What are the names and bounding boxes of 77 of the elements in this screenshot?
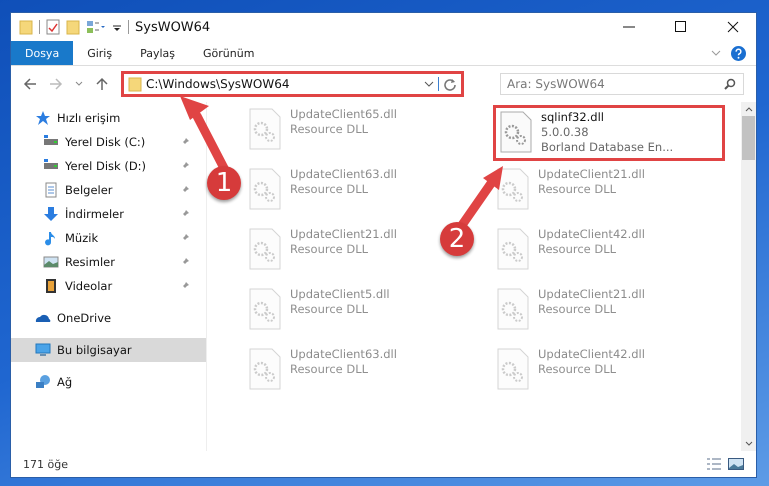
- file-name: UpdateClient65.dll: [290, 107, 397, 122]
- sidebar-item[interactable]: OneDrive: [11, 306, 172, 330]
- file-detail: Resource DLL: [290, 302, 370, 317]
- sidebar-item[interactable]: Belgeler: [11, 178, 192, 202]
- film-icon: [43, 278, 59, 294]
- scrollbar[interactable]: [741, 102, 756, 451]
- file-detail: Resource DLL: [290, 362, 370, 377]
- sidebar-item[interactable]: Hızlı erişim: [11, 106, 172, 130]
- sidebar-item[interactable]: Bu bilgisayar: [11, 338, 206, 362]
- file-detail: Resource DLL: [290, 122, 370, 137]
- sidebar-item[interactable]: İndirmeler: [11, 202, 192, 226]
- file-name: UpdateClient42.dll: [538, 347, 645, 362]
- gear-file-icon: [496, 347, 530, 391]
- folder-icon: [128, 76, 142, 92]
- help-icon[interactable]: [731, 46, 746, 60]
- file-name: UpdateClient21.dll: [538, 287, 645, 302]
- file-item[interactable]: sqlinf32.dll 5.0.0.38 Borland Database En...: [493, 105, 725, 161]
- file-name: UpdateClient21.dll: [538, 167, 645, 182]
- file-name: UpdateClient42.dll: [538, 227, 645, 242]
- file-detail: Borland Database En...: [541, 140, 674, 155]
- gear-file-icon: [499, 110, 533, 154]
- gear-file-icon: [248, 227, 282, 271]
- star-icon: [35, 110, 51, 126]
- file-detail: Resource DLL: [290, 182, 370, 197]
- refresh-icon[interactable]: [438, 77, 457, 91]
- gear-file-icon: [248, 167, 282, 211]
- file-detail: Resource DLL: [538, 302, 618, 317]
- gear-file-icon: [496, 167, 530, 211]
- sidebar-item[interactable]: Yerel Disk (D:): [11, 154, 192, 178]
- chevron-icon[interactable]: [75, 81, 83, 87]
- file-detail: Resource DLL: [538, 182, 618, 197]
- window-title: SysWOW64: [135, 20, 210, 34]
- close-icon[interactable]: [725, 19, 741, 35]
- search-icon: [724, 78, 736, 90]
- scroll-down-icon[interactable]: [744, 441, 752, 447]
- gear-file-icon: [248, 347, 282, 391]
- ribbon-tab[interactable]: Görünüm: [189, 41, 268, 65]
- monitor-icon: [35, 342, 51, 358]
- sidebar-item[interactable]: Resimler: [11, 250, 192, 274]
- item-count: 171 öğe: [23, 458, 68, 470]
- file-detail: 5.0.0.38: [541, 125, 590, 140]
- gear-file-icon: [248, 287, 282, 331]
- up-icon[interactable]: [95, 77, 109, 91]
- file-detail: Resource DLL: [538, 242, 618, 257]
- ribbon-tab[interactable]: Paylaş: [126, 41, 189, 65]
- download-icon: [43, 206, 59, 222]
- file-name: UpdateClient63.dll: [290, 167, 397, 182]
- properties-icon[interactable]: [86, 19, 106, 35]
- document-icon: [43, 182, 59, 198]
- checklist-icon[interactable]: [46, 19, 60, 35]
- sidebar-item[interactable]: Ağ: [11, 370, 172, 394]
- details-view-icon[interactable]: [706, 458, 722, 470]
- gear-file-icon: [496, 287, 530, 331]
- network-icon: [35, 374, 51, 390]
- address-bar[interactable]: C:\Windows\SysWOW64: [121, 71, 464, 97]
- file-name: UpdateClient21.dll: [290, 227, 397, 242]
- file-name: sqlinf32.dll: [541, 110, 605, 125]
- gear-file-icon: [496, 227, 530, 271]
- scroll-up-icon[interactable]: [744, 106, 752, 112]
- ribbon-tab[interactable]: Dosya: [11, 41, 74, 65]
- file-detail: Resource DLL: [538, 362, 618, 377]
- image-icon: [43, 254, 59, 270]
- file-detail: Resource DLL: [290, 242, 370, 257]
- ribbon-tab[interactable]: Giriş: [73, 41, 126, 65]
- image-view-icon[interactable]: [728, 458, 744, 470]
- address-path: C:\Windows\SysWOW64: [146, 77, 290, 91]
- file-name: UpdateClient63.dll: [290, 347, 397, 362]
- search-field[interactable]: Ara: SysWOW64: [500, 73, 744, 95]
- sidebar-item[interactable]: Müzik: [11, 226, 192, 250]
- chevron-icon[interactable]: [424, 80, 434, 88]
- scroll-thumb[interactable]: [742, 116, 755, 160]
- back-icon[interactable]: [23, 77, 37, 91]
- maximize-icon[interactable]: [673, 19, 689, 35]
- sidebar-item[interactable]: Yerel Disk (C:): [11, 130, 192, 154]
- file-name: UpdateClient5.dll: [290, 287, 390, 302]
- sidebar-item[interactable]: Videolar: [11, 274, 192, 298]
- gear-file-icon: [248, 107, 282, 151]
